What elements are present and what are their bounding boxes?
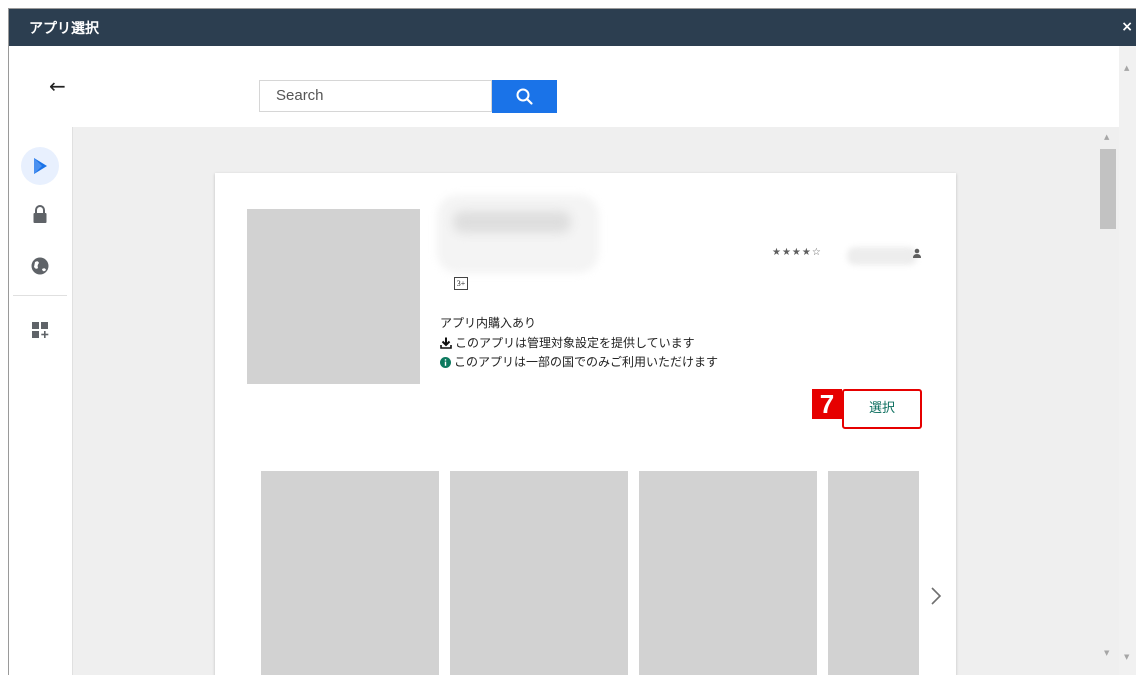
download-icon (440, 337, 452, 349)
screenshot-thumbnail[interactable] (828, 471, 919, 675)
rail-item-add-web-app[interactable] (21, 311, 59, 349)
chevron-right-icon[interactable] (929, 585, 943, 607)
dialog-titlebar: アプリ選択 × (9, 9, 1136, 46)
toolbar: ← Search (9, 46, 1119, 128)
scroll-up-icon[interactable]: ▲ (1124, 64, 1129, 72)
scroll-down-icon[interactable]: ▼ (1124, 653, 1129, 661)
screenshot-thumbnail[interactable] (261, 471, 439, 675)
app-title-redacted-text (453, 211, 571, 233)
managed-config-text: このアプリは管理対象設定を提供しています (455, 336, 695, 350)
in-app-purchases-label: アプリ内購入あり (440, 316, 537, 330)
app-title-redacted (437, 195, 599, 273)
close-icon[interactable]: × (1121, 19, 1133, 35)
in-app-purchases-text: アプリ内購入あり (440, 316, 536, 330)
info-icon (440, 357, 451, 368)
outer-scrollbar[interactable]: ▲ ▼ (1119, 46, 1136, 675)
person-icon (913, 248, 921, 258)
google-play-icon (34, 158, 47, 174)
screenshot-thumbnail[interactable] (639, 471, 817, 675)
step-number-badge: 7 (812, 389, 842, 419)
managed-config-line: このアプリは管理対象設定を提供しています (440, 336, 695, 350)
rating-count-redacted (847, 247, 917, 265)
rail-divider (13, 295, 67, 296)
search-icon (516, 88, 533, 105)
add-web-app-icon (32, 322, 49, 338)
nav-rail (9, 127, 73, 675)
app-details-card: ★★★★☆ 3+ アプリ内購入あり このアプリは管理対象設定を提供しています こ… (215, 173, 956, 675)
rail-item-private-apps[interactable] (21, 195, 59, 233)
rail-item-web-apps[interactable] (21, 247, 59, 285)
screenshot-thumbnail[interactable] (450, 471, 628, 675)
globe-icon (31, 257, 49, 275)
inner-scrollbar[interactable]: ▲ ▼ (1099, 127, 1119, 675)
search-input[interactable]: Search (259, 80, 492, 112)
select-button[interactable]: 選択 (842, 389, 922, 429)
rating-stars: ★★★★☆ (772, 247, 822, 258)
country-limited-text: このアプリは一部の国でのみご利用いただけます (454, 355, 719, 369)
country-limited-line: このアプリは一部の国でのみご利用いただけます (440, 355, 718, 369)
app-select-dialog: アプリ選択 × ← Search ▲ ▼ ▲ ▼ ★★★★☆ 3+ アプリ内購入… (8, 8, 1136, 675)
scrollbar-thumb[interactable] (1100, 149, 1116, 229)
content-rating-badge: 3+ (454, 277, 468, 290)
search-button[interactable] (492, 80, 557, 113)
lock-icon (33, 205, 47, 223)
dialog-title: アプリ選択 (29, 21, 99, 37)
rail-item-google-play[interactable] (21, 147, 59, 185)
scroll-up-icon[interactable]: ▲ (1104, 133, 1109, 141)
back-arrow-icon[interactable]: ← (49, 76, 66, 96)
scroll-down-icon[interactable]: ▼ (1104, 649, 1109, 657)
app-icon-placeholder (247, 209, 420, 384)
